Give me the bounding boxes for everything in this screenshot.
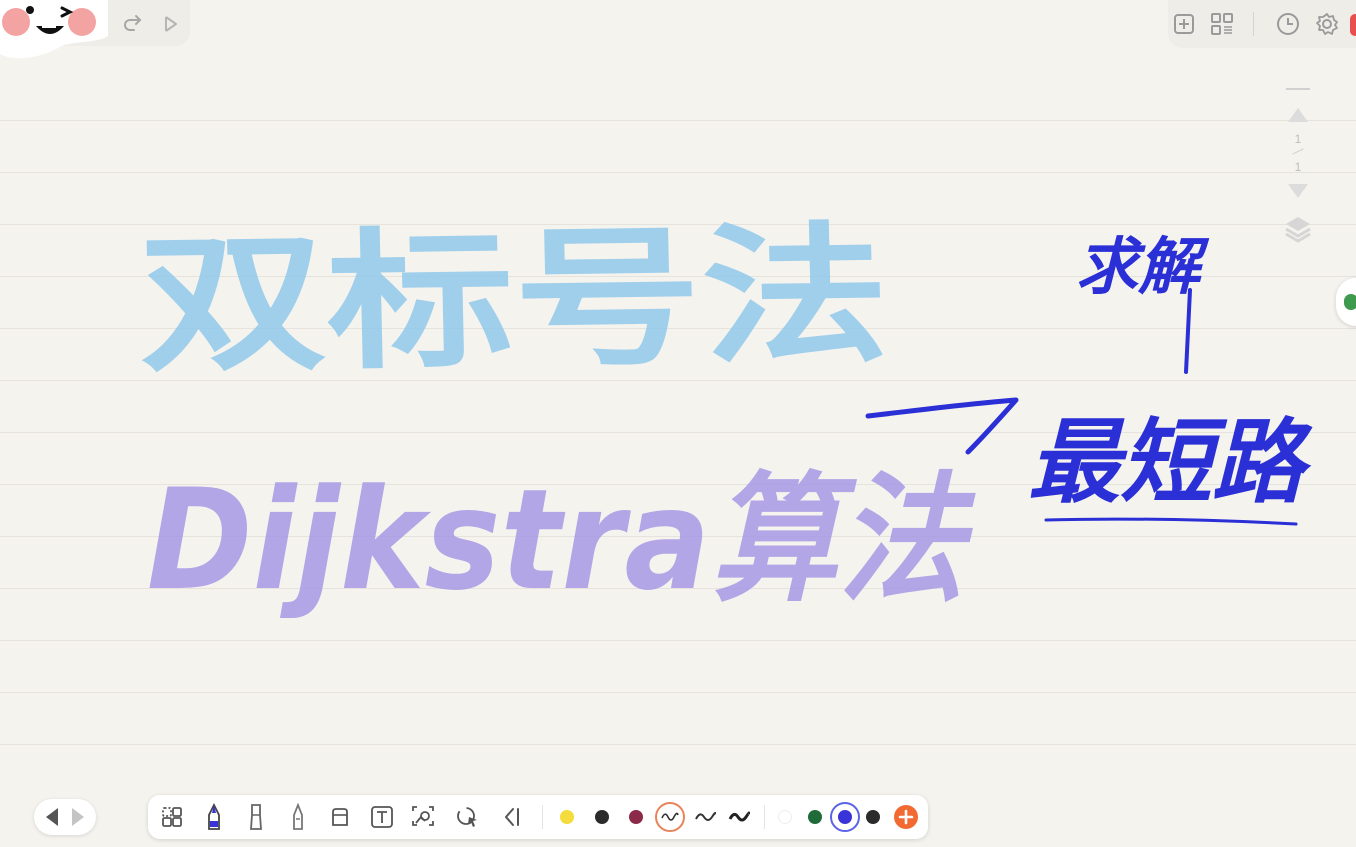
text-box-icon — [371, 806, 393, 828]
eraser-icon — [332, 808, 348, 826]
page-separator — [1292, 148, 1304, 155]
underline-stroke — [1044, 517, 1298, 526]
title-line1: 双标号法 — [137, 208, 891, 393]
arrow-stroke — [865, 397, 1019, 455]
wave-stroke-icon — [728, 811, 750, 822]
title-line2-ink: Dijkstra算法 — [147, 460, 976, 622]
redo-icon — [124, 15, 141, 31]
page-up-icon[interactable] — [1286, 104, 1310, 124]
green-marker-icon — [1344, 294, 1356, 310]
toolbar-separator — [542, 805, 543, 829]
stroke-style-medium[interactable] — [689, 801, 721, 833]
drawing-toolbar — [148, 795, 928, 839]
title-line1-ink: 双标号法 — [137, 208, 891, 393]
lasso-select-tool[interactable] — [156, 801, 188, 833]
fountain-pen-icon — [208, 803, 220, 830]
page-navigator: 1 1 — [1280, 78, 1316, 250]
eraser-tool[interactable] — [324, 801, 356, 833]
text-tool[interactable] — [366, 801, 398, 833]
collapse-icon — [505, 808, 519, 826]
toolbar-separator — [764, 805, 765, 829]
fountain-pen-tool[interactable] — [198, 801, 230, 833]
add-page-icon — [1174, 14, 1194, 34]
color-swatch-white[interactable] — [778, 810, 792, 824]
history-icon — [1277, 13, 1299, 35]
redo-button[interactable] — [120, 9, 146, 39]
grid-icon — [1211, 13, 1233, 35]
play-button[interactable] — [158, 9, 184, 39]
title-line2: Dijkstra算法 — [147, 460, 976, 622]
highlighter-tool[interactable] — [282, 801, 314, 833]
stroke-style-selected[interactable] — [655, 802, 685, 832]
color-swatch-maroon[interactable] — [629, 810, 643, 824]
add-color-button[interactable] — [894, 805, 918, 829]
color-swatch-yellow[interactable] — [560, 810, 574, 824]
page-nav-pill — [34, 799, 96, 835]
stroke-style-thick[interactable] — [723, 801, 755, 833]
history-button[interactable] — [1274, 10, 1302, 38]
collapse-toolbar-button[interactable] — [496, 801, 528, 833]
prev-page-button[interactable] — [46, 808, 58, 826]
note-main: 最短路 — [1028, 409, 1313, 516]
grid-button[interactable] — [1208, 10, 1236, 38]
wave-stroke-icon — [695, 812, 716, 821]
mascot-icon — [0, 0, 108, 62]
add-page-button[interactable] — [1170, 10, 1198, 38]
page-total: 1 — [1294, 160, 1302, 174]
notification-dot — [1350, 14, 1356, 36]
selected-color-dot — [838, 810, 852, 824]
plus-icon — [898, 809, 914, 825]
shape-tool[interactable] — [452, 801, 484, 833]
toolbar-divider — [1253, 12, 1254, 36]
image-tool[interactable] — [408, 801, 440, 833]
color-swatch-black[interactable] — [595, 810, 609, 824]
highlighter-icon — [293, 803, 303, 830]
lasso-select-icon — [162, 807, 182, 827]
color-swatch-black-2[interactable] — [866, 810, 880, 824]
layers-icon[interactable] — [1284, 214, 1312, 244]
settings-icon — [1316, 13, 1338, 35]
pencil-tool[interactable] — [240, 801, 272, 833]
pager-handle[interactable] — [1286, 88, 1310, 90]
settings-button[interactable] — [1313, 10, 1341, 38]
ink-canvas[interactable]: 双标号法 Dijkstra算法 求解 最短路 — [0, 0, 1356, 847]
pencil-icon — [250, 804, 262, 830]
play-icon — [165, 16, 177, 32]
wave-stroke-icon — [661, 812, 679, 821]
page-current: 1 — [1294, 132, 1302, 146]
shape-icon — [457, 807, 477, 827]
color-swatch-green[interactable] — [808, 810, 822, 824]
next-page-button[interactable] — [72, 808, 84, 826]
page-down-icon[interactable] — [1286, 182, 1310, 202]
color-swatch-blue-selected[interactable] — [830, 802, 860, 832]
image-icon — [412, 806, 434, 826]
